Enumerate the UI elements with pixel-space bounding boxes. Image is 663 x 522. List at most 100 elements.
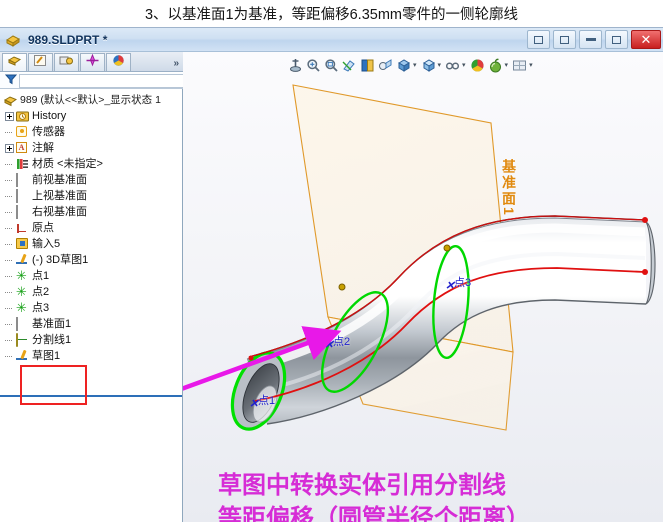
sketch3d-icon <box>16 254 29 267</box>
plane-icon <box>16 188 29 203</box>
tree-item-right-plane[interactable]: 右视基准面 <box>0 204 182 220</box>
dimxpert-manager-tab[interactable] <box>80 53 105 71</box>
tree-item-point-1[interactable]: ✳ 点1 <box>0 268 182 284</box>
tree-item-top-plane[interactable]: 上视基准面 <box>0 188 182 204</box>
tree-item-split-line-1[interactable]: 分割线1 <box>0 332 182 348</box>
highlight-box-sketch-1 <box>20 365 87 405</box>
sketch-icon <box>16 350 29 363</box>
screenshot-root: 3、以基准面1为基准，等距偏移6.35mm零件的一侧轮廓线 989.SLDPRT… <box>0 0 663 522</box>
tree-filter-input[interactable] <box>19 73 198 88</box>
tree-item-sketch-1[interactable]: 草图1 <box>0 348 182 364</box>
restore-small-button[interactable] <box>527 30 550 49</box>
window-title: 989.SLDPRT * <box>28 32 108 47</box>
dimxpert-icon <box>85 53 100 72</box>
tree-item-label: History <box>32 109 67 122</box>
tree-item-annotations[interactable]: A 注解 <box>0 140 182 156</box>
tree-connector <box>5 240 14 249</box>
feature-manager-tab[interactable] <box>2 53 27 71</box>
history-folder-icon <box>16 110 29 123</box>
manager-tab-strip: » <box>0 52 183 72</box>
expand-icon[interactable] <box>5 143 14 153</box>
maximize-button[interactable] <box>605 30 628 49</box>
tree-item-label: 草图1 <box>32 349 61 362</box>
restore-icon <box>534 35 543 44</box>
split-line-icon <box>16 332 29 347</box>
display-manager-tab[interactable] <box>106 53 131 71</box>
maximize-icon <box>612 35 621 44</box>
origin-icon <box>16 222 29 235</box>
tree-item-label: 点1 <box>32 269 50 282</box>
configuration-manager-tab[interactable] <box>54 53 79 71</box>
tree-root-item[interactable]: 989 (默认<<默认>_显示状态 1 <box>0 93 182 108</box>
tree-connector <box>5 336 14 345</box>
tree-item-material[interactable]: 材质 <未指定> <box>0 156 182 172</box>
property-manager-icon <box>33 54 48 72</box>
graphics-area[interactable]: ▾ ▾ ▾ ▾ ▾ 基准面1 点1 点2 点3 草图中转换实体引用分割线 等距偏… <box>183 52 663 522</box>
solidworks-window: 989.SLDPRT * ✕ » 989 (默认<<默认>_显示状态 1 His… <box>0 27 663 522</box>
tree-connector <box>5 176 14 185</box>
pipe-right-end <box>644 220 656 305</box>
plane-icon <box>16 316 29 331</box>
tree-item-label: 上视基准面 <box>32 189 87 202</box>
tree-item-point-2[interactable]: ✳ 点2 <box>0 284 182 300</box>
tree-item-label: 输入5 <box>32 237 61 250</box>
tree-item-plane-1[interactable]: 基准面1 <box>0 316 182 332</box>
tree-item-point-3[interactable]: ✳ 点3 <box>0 300 182 316</box>
more-tabs-button[interactable]: » <box>173 58 179 69</box>
model-view-svg[interactable] <box>183 52 663 522</box>
plane-icon <box>16 204 29 219</box>
window-buttons: ✕ <box>527 30 661 49</box>
annotations-icon: A <box>16 141 29 155</box>
point-icon: ✳ <box>16 267 27 283</box>
minimize-icon <box>585 38 596 41</box>
tree-connector <box>5 256 14 265</box>
tree-connector <box>5 192 14 201</box>
caption-text: 3、以基准面1为基准，等距偏移6.35mm零件的一侧轮廓线 <box>144 7 518 23</box>
tree-item-label: 分割线1 <box>32 333 72 346</box>
tree-item-label: 材质 <未指定> <box>32 157 103 170</box>
tree-connector <box>5 272 14 281</box>
tree-item-label: 右视基准面 <box>32 205 87 218</box>
restore-wide-button[interactable] <box>553 30 576 49</box>
tree-item-label: 原点 <box>32 221 54 234</box>
material-icon <box>16 158 29 171</box>
close-button[interactable]: ✕ <box>631 30 661 49</box>
tree-item-history[interactable]: History <box>0 108 182 124</box>
property-manager-tab[interactable] <box>28 53 53 71</box>
tree-root-label: 989 (默认<<默认>_显示状态 1 <box>20 94 161 106</box>
configuration-icon <box>59 54 74 72</box>
tree-item-3d-sketch[interactable]: (-) 3D草图1 <box>0 252 182 268</box>
solidworks-part-icon <box>5 32 23 48</box>
tree-connector <box>5 160 14 169</box>
imported-feature-icon <box>16 237 29 251</box>
point-label-2: 点2 <box>333 336 351 348</box>
minimize-button[interactable] <box>579 30 602 49</box>
tree-connector <box>5 352 14 361</box>
point-label-3: 点3 <box>454 277 472 289</box>
plane-label-datum-1: 基准面1 <box>501 159 517 217</box>
expand-icon[interactable] <box>5 111 14 121</box>
tree-item-import[interactable]: 输入5 <box>0 236 182 252</box>
tree-connector <box>5 208 14 217</box>
tree-connector <box>5 320 14 329</box>
display-manager-icon <box>111 54 126 72</box>
feature-manager-panel: » 989 (默认<<默认>_显示状态 1 History 传感器 A 注解 材… <box>0 52 198 522</box>
point-label-1: 点1 <box>258 395 276 407</box>
plane-icon <box>16 172 29 187</box>
tree-item-label: 基准面1 <box>32 317 72 330</box>
close-icon: ✕ <box>640 32 652 47</box>
caption-bar: 3、以基准面1为基准，等距偏移6.35mm零件的一侧轮廓线 <box>0 0 663 27</box>
tree-item-front-plane[interactable]: 前视基准面 <box>0 172 182 188</box>
tree-item-label: 传感器 <box>32 125 65 138</box>
filter-icon <box>4 72 18 90</box>
endpoint-marker <box>642 217 648 223</box>
endpoint-marker <box>248 355 254 361</box>
tree-item-label: 点2 <box>32 285 50 298</box>
tree-item-origin[interactable]: 原点 <box>0 220 182 236</box>
tree-connector <box>5 288 14 297</box>
tree-item-label: 前视基准面 <box>32 173 87 186</box>
restore-icon <box>560 35 569 44</box>
tree-item-sensors[interactable]: 传感器 <box>0 124 182 140</box>
endpoint-marker <box>642 269 648 275</box>
tree-filter-row <box>0 72 198 90</box>
